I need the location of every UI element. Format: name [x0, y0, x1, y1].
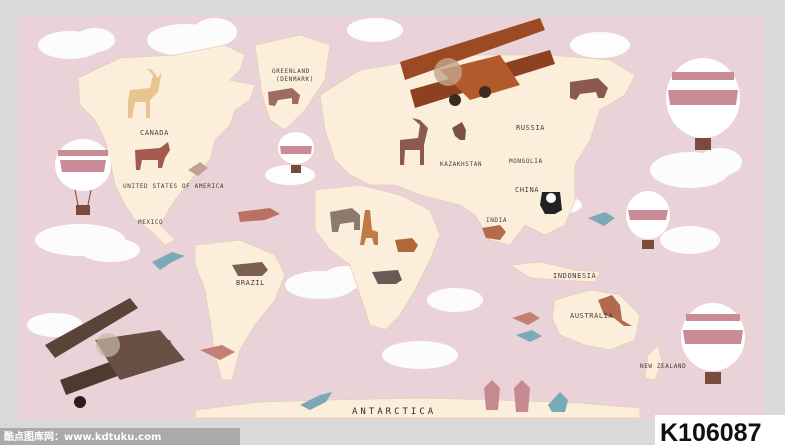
label-russia: RUSSIA [516, 124, 545, 132]
label-australia: AUSTRALIA [570, 312, 614, 320]
label-new-zealand: NEW ZEALAND [640, 363, 686, 370]
label-usa: UNITED STATES OF AMERICA [123, 183, 224, 190]
panda-face [546, 193, 556, 203]
label-canada: CANADA [140, 129, 169, 137]
catalog-code: K106087 [660, 419, 761, 445]
label-india: INDIA [486, 217, 507, 224]
watermark-text: 酷点图库网：www.kdtuku.com [4, 430, 161, 443]
label-brazil: BRAZIL [236, 279, 265, 287]
label-kazakhstan: KAZAKHSTAN [440, 161, 482, 168]
label-greenland: GREENLAND [272, 68, 310, 75]
label-china: CHINA [515, 186, 539, 194]
label-antarctica: ANTARCTICA [352, 407, 436, 417]
world-map-illustration: GREENLAND (DENMARK) CANADA UNITED STATES… [0, 0, 785, 445]
label-mongolia: MONGOLIA [509, 158, 543, 165]
label-mexico: MEXICO [138, 219, 163, 226]
label-denmark: (DENMARK) [276, 76, 314, 83]
label-indonesia: INDONESIA [553, 272, 597, 280]
